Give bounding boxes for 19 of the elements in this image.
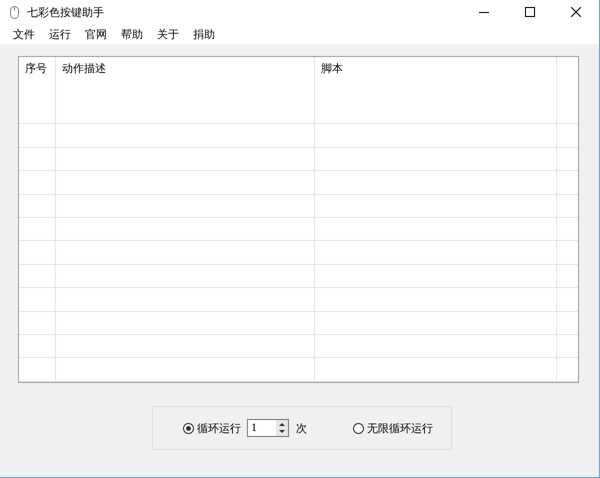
column-header[interactable]: 序号	[19, 57, 56, 101]
menu-item[interactable]: 运行	[42, 26, 78, 42]
unit-label: 次	[296, 420, 307, 436]
mouse-icon	[10, 6, 19, 18]
menu-item[interactable]: 帮助	[114, 26, 150, 42]
menu-item[interactable]: 官网	[78, 26, 114, 42]
menu-item[interactable]: 捐助	[186, 26, 222, 42]
radio-button[interactable]	[183, 422, 194, 434]
radio-button[interactable]	[353, 422, 364, 434]
window-title: 七彩色按键助手	[27, 4, 104, 20]
option-label: 无限循环运行	[367, 420, 433, 436]
menu-item[interactable]: 文件	[6, 26, 42, 42]
maximize-icon	[525, 7, 535, 17]
close-icon	[571, 7, 581, 17]
count-spinbox[interactable]: 1	[247, 419, 289, 437]
column-header[interactable]: 脚本	[315, 57, 557, 101]
column-header[interactable]: 动作描述	[56, 57, 315, 101]
option-label: 循环运行	[197, 420, 241, 436]
menu-item[interactable]: 关于	[150, 26, 186, 42]
